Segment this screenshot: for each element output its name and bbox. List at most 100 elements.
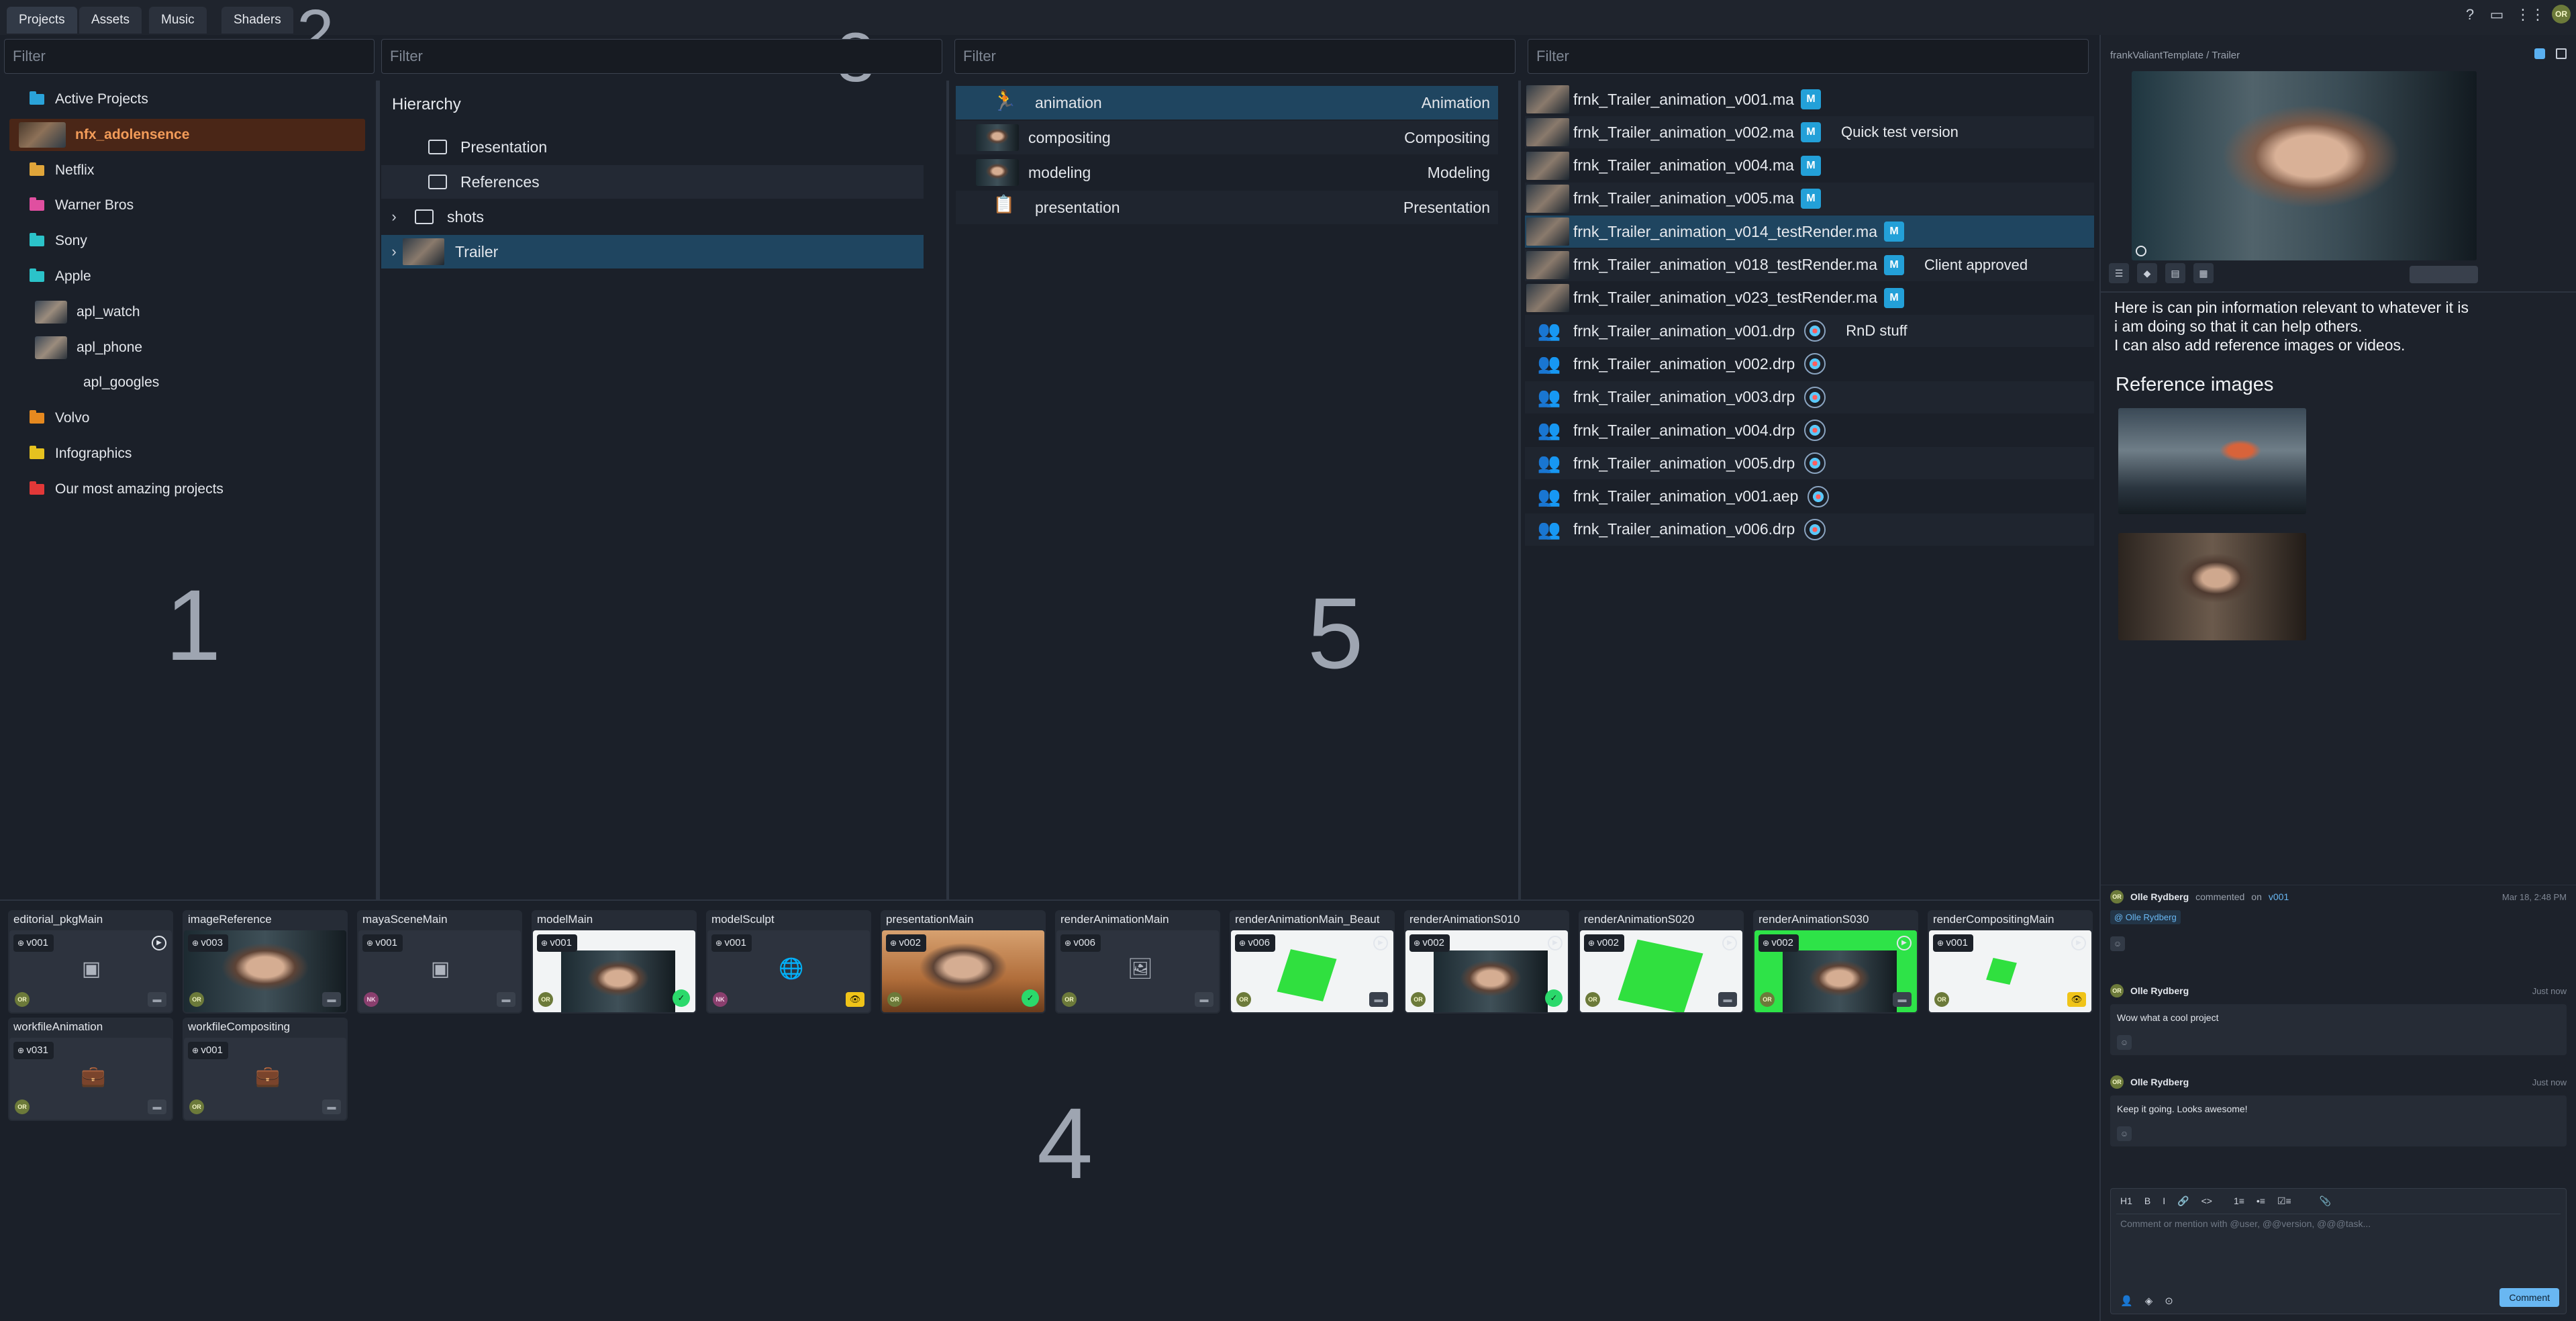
status-icon[interactable]: ▬ xyxy=(1195,992,1213,1007)
product-preview[interactable]: ⊕ v002 ▶ OR ✓ xyxy=(1405,930,1568,1012)
product-card[interactable]: renderAnimationS020 ⊕ v002 ▶ OR ▬ xyxy=(1579,910,1744,1014)
status-icon[interactable]: ▬ xyxy=(148,1099,166,1114)
version-badge[interactable]: ⊕ v001 xyxy=(13,934,54,952)
task-row-modeling[interactable]: modeling Modeling xyxy=(956,156,1498,189)
play-icon[interactable]: ▶ xyxy=(1373,936,1388,950)
tab-assets[interactable]: Assets xyxy=(79,7,142,34)
product-preview[interactable]: 💼 ⊕ v031 OR ▬ xyxy=(9,1038,172,1120)
user-avatar[interactable]: OR xyxy=(2552,5,2571,23)
preview-image[interactable] xyxy=(2132,71,2477,260)
hierarchy-item-presentation[interactable]: Presentation xyxy=(381,130,924,164)
file-row[interactable]: 👥 frnk_Trailer_animation_v005.drp xyxy=(1525,447,2094,480)
project-item[interactable]: Volvo xyxy=(9,402,365,434)
chevron-right-icon[interactable]: › xyxy=(385,208,403,226)
product-card[interactable]: renderAnimationS030 ⊕ v002 ▶ OR ▬ xyxy=(1753,910,1918,1014)
chevron-right-icon[interactable]: › xyxy=(385,243,403,260)
product-card[interactable]: mayaSceneMain ▣ ⊕ v001 NK ▬ xyxy=(357,910,522,1014)
file-row[interactable]: frnk_Trailer_animation_v023_testRender.m… xyxy=(1525,282,2094,314)
inbox-icon[interactable]: ▭ xyxy=(2489,7,2505,23)
mention-user-icon[interactable]: 👤 xyxy=(2120,1295,2133,1307)
file-row[interactable]: frnk_Trailer_animation_v001.ma M xyxy=(1525,83,2094,115)
checklist-icon[interactable]: ☰ xyxy=(2109,263,2129,283)
version-badge[interactable]: ⊕ v031 xyxy=(13,1042,54,1059)
project-item[interactable]: Sony xyxy=(9,225,365,257)
pin-icon[interactable] xyxy=(2534,48,2545,59)
link-icon[interactable]: 🔗 xyxy=(2177,1195,2189,1207)
project-item[interactable]: apl_googles xyxy=(9,366,365,399)
files-filter-input[interactable] xyxy=(1528,39,2089,74)
file-row[interactable]: 👥 frnk_Trailer_animation_v001.drp RnD stuf… xyxy=(1525,315,2094,348)
file-row[interactable]: 👥 frnk_Trailer_animation_v006.drp xyxy=(1525,513,2094,546)
status-icon[interactable]: ▬ xyxy=(1718,992,1737,1007)
version-badge[interactable]: ⊕ v001 xyxy=(711,934,752,952)
add-reaction-icon[interactable]: ☺ xyxy=(2110,936,2125,951)
version-badge[interactable]: ⊕ v001 xyxy=(362,934,403,952)
italic-icon[interactable]: I xyxy=(2163,1195,2165,1207)
product-card[interactable]: editorial_pkgMain ▣ ⊕ v001 ▶ OR ▬ xyxy=(8,910,173,1014)
file-row[interactable]: frnk_Trailer_animation_v002.ma M Quick tes… xyxy=(1525,116,2094,149)
product-preview[interactable]: ▣ ⊕ v001 ▶ OR ▬ xyxy=(9,930,172,1012)
mention-task-icon[interactable]: ⊙ xyxy=(2165,1295,2173,1307)
expand-icon[interactable] xyxy=(2556,48,2567,59)
play-icon[interactable]: ▶ xyxy=(1897,936,1912,950)
status-icon[interactable]: ▬ xyxy=(148,992,166,1007)
file-row[interactable]: frnk_Trailer_animation_v018_testRender.m… xyxy=(1525,248,2094,281)
attachment-icon[interactable]: 📎 xyxy=(2320,1195,2331,1207)
version-link[interactable]: v001 xyxy=(2269,891,2289,902)
product-preview[interactable]: ⊕ v001 OR ✓ xyxy=(533,930,695,1012)
mention-version-icon[interactable]: ◈ xyxy=(2145,1295,2153,1307)
task-row-compositing[interactable]: compositing Compositing xyxy=(956,121,1498,154)
product-card[interactable]: renderAnimationS010 ⊕ v002 ▶ OR ✓ xyxy=(1404,910,1569,1014)
approved-status-icon[interactable]: ✓ xyxy=(1545,989,1563,1007)
file-row[interactable]: 👥 frnk_Trailer_animation_v003.drp xyxy=(1525,381,2094,413)
file-row[interactable]: frnk_Trailer_animation_v014_testRender.m… xyxy=(1525,215,2094,248)
comments-icon[interactable]: ▤ xyxy=(2165,263,2185,283)
tasks-filter-input[interactable] xyxy=(954,39,1516,74)
checklist-icon[interactable]: ☑≡ xyxy=(2277,1195,2291,1207)
hierarchy-item-shots[interactable]: › shots xyxy=(381,200,924,234)
comment-input[interactable]: Comment or mention with @user, @@version… xyxy=(2120,1218,2557,1229)
product-card[interactable]: imageReference ⊕ v003 OR ▬ xyxy=(183,910,348,1014)
code-icon[interactable]: <> xyxy=(2201,1195,2212,1207)
add-reaction-icon[interactable]: ☺ xyxy=(2117,1126,2132,1141)
tab-shaders[interactable]: Shaders xyxy=(221,7,293,34)
project-item[interactable]: Netflix xyxy=(9,154,365,187)
review-status-icon[interactable]: 👁 xyxy=(2067,992,2086,1007)
product-card[interactable]: modelSculpt 🌐 ⊕ v001 NK 👁 xyxy=(706,910,871,1014)
project-item[interactable]: Apple xyxy=(9,260,365,293)
product-preview[interactable]: ⊕ v006 ▶ OR ▬ xyxy=(1231,930,1393,1012)
status-icon[interactable]: ▬ xyxy=(1893,992,1912,1007)
product-card[interactable]: workfileCompositing 💼 ⊕ v001 OR ▬ xyxy=(183,1018,348,1121)
version-badge[interactable]: ⊕ v006 xyxy=(1060,934,1101,952)
file-row[interactable]: 👥 frnk_Trailer_animation_v004.drp xyxy=(1525,414,2094,446)
thumbnail-button[interactable] xyxy=(2410,266,2478,283)
project-item[interactable]: apl_watch xyxy=(9,296,365,328)
task-row-presentation[interactable]: 📋 presentation Presentation xyxy=(956,191,1498,224)
project-item[interactable]: Active Projects xyxy=(9,83,365,115)
product-card[interactable]: presentationMain ⊕ v002 OR ✓ xyxy=(881,910,1046,1014)
status-icon[interactable]: ▬ xyxy=(1369,992,1388,1007)
product-preview[interactable]: 🖼 ⊕ v006 OR ▬ xyxy=(1056,930,1219,1012)
version-badge[interactable]: ⊕ v002 xyxy=(886,934,926,952)
product-card[interactable]: renderAnimationMain_Beaut ⊕ v006 ▶ OR ▬ xyxy=(1230,910,1395,1014)
play-icon[interactable]: ▶ xyxy=(1722,936,1737,950)
version-badge[interactable]: ⊕ v003 xyxy=(188,934,228,952)
project-item[interactable]: Warner Bros xyxy=(9,189,365,222)
version-badge[interactable]: ⊕ v002 xyxy=(1584,934,1624,952)
hierarchy-item-trailer[interactable]: › Trailer xyxy=(381,235,924,268)
status-icon[interactable]: ▬ xyxy=(322,1099,341,1114)
status-icon[interactable]: ▬ xyxy=(322,992,341,1007)
add-reaction-icon[interactable]: ☺ xyxy=(2117,1035,2132,1050)
product-preview[interactable]: ⊕ v001 ▶ OR 👁 xyxy=(1929,930,2091,1012)
review-status-icon[interactable]: 👁 xyxy=(846,992,864,1007)
product-preview[interactable]: ⊕ v002 OR ✓ xyxy=(882,930,1044,1012)
version-badge[interactable]: ⊕ v001 xyxy=(537,934,577,952)
product-card[interactable]: modelMain ⊕ v001 OR ✓ xyxy=(532,910,697,1014)
tab-music[interactable]: Music xyxy=(149,7,207,34)
product-card[interactable]: renderAnimationMain 🖼 ⊕ v006 OR ▬ xyxy=(1055,910,1220,1014)
file-row[interactable]: frnk_Trailer_animation_v004.ma M xyxy=(1525,150,2094,182)
hierarchy-item-references[interactable]: References xyxy=(381,165,924,199)
apps-grid-icon[interactable]: ⋮⋮ xyxy=(2516,7,2545,23)
play-icon[interactable]: ▶ xyxy=(2071,936,2086,950)
file-row[interactable]: 👥 frnk_Trailer_animation_v002.drp xyxy=(1525,348,2094,380)
